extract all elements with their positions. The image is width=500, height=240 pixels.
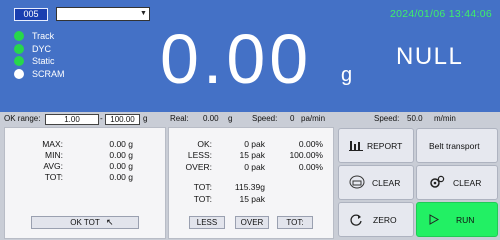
belt-speed-label: Speed: — [374, 114, 400, 123]
tot-weight-label: TOT: — [193, 182, 212, 192]
speed-label: Speed: — [252, 114, 278, 123]
speed-unit: pa/min — [301, 114, 326, 123]
chevron-down-icon[interactable]: ▼ — [139, 9, 148, 19]
stat-value-tot: 0.00 g — [109, 172, 133, 182]
zero-label: ZERO — [373, 215, 397, 225]
play-icon — [429, 214, 439, 225]
report-label: REPORT — [367, 141, 403, 151]
weight-unit: g — [341, 64, 353, 86]
status-label: SCRAM — [32, 68, 65, 79]
zero-button[interactable]: ZERO — [338, 202, 414, 237]
count-label-over: OVER: — [185, 162, 212, 172]
status-led-icon — [14, 31, 24, 41]
stat-label-max: MAX: — [42, 139, 63, 149]
ok-tot-button[interactable]: OK TOT — [31, 216, 139, 229]
clear-count-button[interactable]: CLEAR — [416, 165, 498, 200]
belt-speed-unit: m/min — [434, 114, 456, 123]
count-percent-over: 0.00% — [298, 162, 323, 172]
stat-value-avg: 0.00 g — [109, 161, 133, 171]
belt-transport-button[interactable]: Belt transport — [416, 128, 498, 163]
real-label: Real: — [170, 114, 189, 123]
count-value-ok: 0 pak — [244, 139, 265, 149]
stat-label-tot: TOT: — [44, 172, 63, 182]
count-label-less: LESS: — [187, 150, 212, 160]
clear-weight-label: CLEAR — [372, 178, 401, 188]
status-led-icon — [14, 68, 24, 79]
device-id-box[interactable]: 005 — [14, 8, 48, 21]
product-select[interactable]: ▼ — [56, 7, 150, 21]
over-button[interactable]: OVER — [235, 216, 269, 229]
status-label: Static — [32, 56, 55, 66]
cursor-icon: ↖ — [106, 217, 114, 227]
belt-speed-value: 50.0 — [407, 114, 423, 123]
tot-button[interactable]: TOT: — [277, 216, 313, 229]
gears-icon — [430, 175, 445, 188]
stat-label-avg: AVG: — [43, 161, 63, 171]
count-percent-less: 100.00% — [289, 150, 323, 160]
count-label-ok: OK: — [197, 139, 212, 149]
datetime-display: 2024/01/06 13:44:06 — [389, 8, 492, 20]
belt-transport-label: Belt transport — [429, 141, 480, 151]
info-bar: OK range: 1.00 - 100.00 g Real: 0.00 g S… — [0, 112, 500, 126]
speed-value: 0 — [290, 114, 295, 123]
run-button[interactable]: RUN — [416, 202, 498, 237]
count-percent-ok: 0.00% — [298, 139, 323, 149]
status-label: DYC — [32, 43, 52, 54]
header-panel: 005 ▼ 2024/01/06 13:44:06 Track DYC Stat… — [0, 0, 500, 112]
weight-stats-panel: MAX: 0.00 g MIN: 0.00 g AVG: 0.00 g TOT:… — [4, 127, 166, 239]
less-button[interactable]: LESS — [189, 216, 225, 229]
stat-value-max: 0.00 g — [109, 139, 133, 149]
status-led-icon — [14, 56, 24, 66]
result-status: NULL — [396, 43, 464, 70]
range-unit: g — [143, 114, 148, 123]
count-value-over: 0 pak — [244, 162, 265, 172]
range-separator: - — [100, 114, 103, 123]
report-button[interactable]: REPORT — [338, 128, 414, 163]
range-max-input[interactable]: 100.00 — [105, 114, 140, 125]
weight-display: 0.00 — [160, 20, 313, 98]
real-value: 0.00 — [203, 114, 219, 123]
scale-icon — [349, 175, 365, 189]
status-led-icon — [14, 43, 24, 54]
stat-value-min: 0.00 g — [109, 150, 133, 160]
tot-count-value: 15 pak — [239, 194, 265, 204]
clear-count-label: CLEAR — [453, 178, 482, 188]
clear-weight-button[interactable]: CLEAR — [338, 165, 414, 200]
tot-weight-value: 115.39g — [234, 182, 265, 192]
status-label: Track — [32, 31, 55, 41]
run-label: RUN — [456, 215, 475, 225]
count-stats-panel: OK: 0 pak 0.00% LESS: 15 pak 100.00% OVE… — [168, 127, 334, 239]
stat-label-min: MIN: — [45, 150, 63, 160]
bar-chart-icon — [349, 141, 363, 151]
ok-range-label: OK range: — [4, 114, 41, 123]
tot-count-label: TOT: — [193, 194, 212, 204]
real-unit: g — [228, 114, 233, 123]
count-value-less: 15 pak — [239, 150, 265, 160]
range-min-input[interactable]: 1.00 — [45, 114, 99, 125]
refresh-icon — [350, 214, 362, 226]
